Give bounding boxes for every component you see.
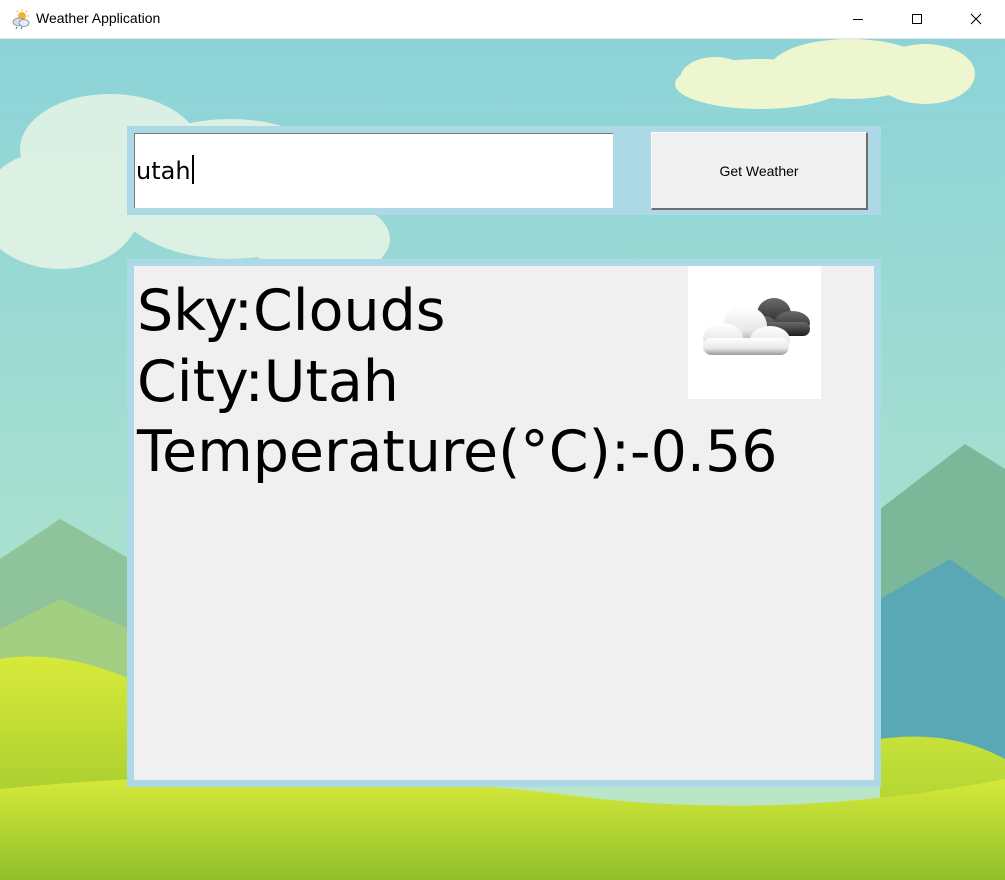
maximize-button[interactable] — [888, 0, 946, 38]
clouds-icon — [703, 298, 810, 355]
close-icon — [970, 13, 982, 25]
get-weather-button[interactable]: Get Weather — [651, 132, 868, 210]
city-label: City:Utah — [137, 349, 399, 415]
city-input[interactable] — [134, 133, 613, 208]
result-display: Sky:Clouds City:Utah Temperature(°C):-0.… — [134, 266, 874, 780]
title-bar: Weather Application — [0, 0, 1005, 39]
sky-label: Sky:Clouds — [137, 278, 446, 344]
window-title: Weather Application — [36, 10, 161, 26]
temperature-label: Temperature(°C):-0.56 — [137, 419, 778, 485]
minimize-icon — [853, 19, 863, 20]
result-panel: Sky:Clouds City:Utah Temperature(°C):-0.… — [127, 259, 881, 787]
weather-app-icon — [11, 9, 31, 30]
weather-image — [688, 266, 821, 399]
text-caret — [192, 155, 194, 184]
close-button[interactable] — [947, 0, 1005, 38]
search-panel: Get Weather — [127, 126, 881, 215]
maximize-icon — [912, 14, 922, 24]
minimize-button[interactable] — [829, 0, 887, 38]
